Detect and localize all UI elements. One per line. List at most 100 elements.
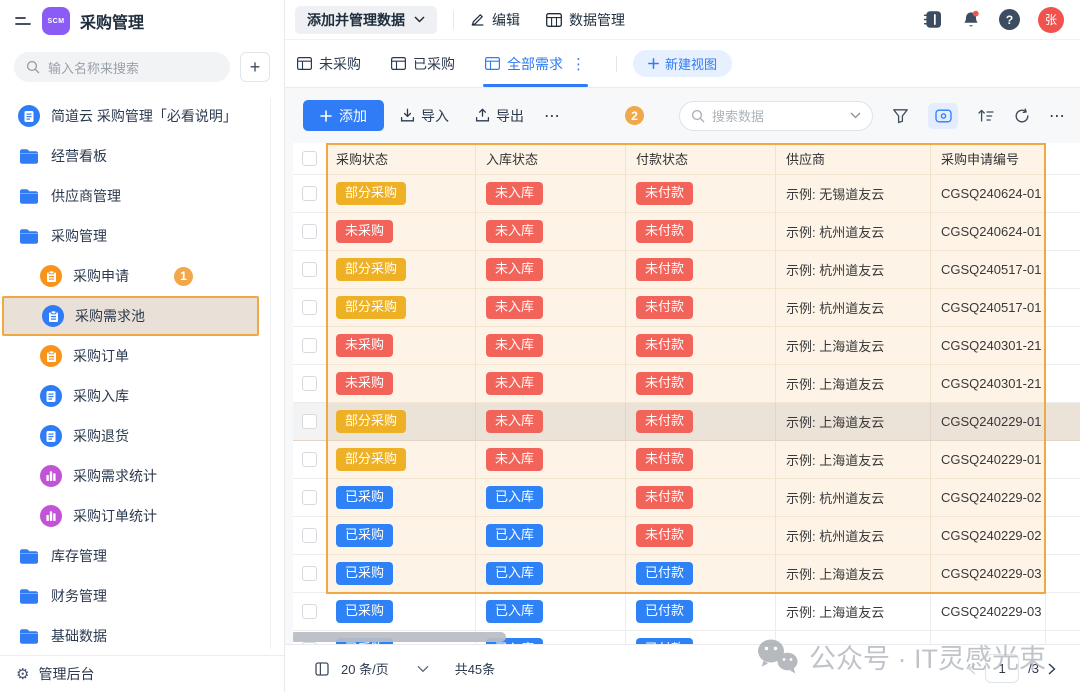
sort-settings-icon[interactable]	[977, 108, 995, 123]
sidebar-item[interactable]: 库存管理	[0, 536, 284, 576]
table-row[interactable]: 未采购未入库未付款示例: 上海道友云CGSQ240301-21	[293, 327, 1080, 365]
add-record-button[interactable]: 添加	[303, 100, 384, 131]
table-row[interactable]: 已采购已入库已付款示例: 上海道友云CGSQ240229-03	[293, 555, 1080, 593]
more-toolbar-icon[interactable]: ⋯	[1049, 106, 1066, 126]
table-row[interactable]: 部分采购未入库未付款示例: 杭州道友云CGSQ240517-01	[293, 289, 1080, 327]
table-row[interactable]: 部分采购未入库未付款示例: 上海道友云CGSQ240229-01	[293, 441, 1080, 479]
table-row[interactable]: 已采购已入库未付款示例: 杭州道友云CGSQ240229-02	[293, 517, 1080, 555]
row-checkbox[interactable]	[302, 300, 317, 315]
column-header[interactable]: 供应商	[776, 143, 931, 175]
supplier-cell: 示例: 杭州道友云	[776, 479, 931, 517]
status-badge: 未付款	[636, 258, 693, 280]
status-badge: 未付款	[636, 486, 693, 508]
sidebar-item[interactable]: 采购订单	[0, 336, 284, 376]
data-manage-button[interactable]: 数据管理	[546, 10, 625, 30]
tab-not-purchased[interactable]: 未采购	[297, 40, 361, 87]
sidebar-item[interactable]: 简道云 采购管理「必看说明」	[0, 96, 284, 136]
chevron-down-icon[interactable]	[417, 665, 429, 673]
edit-button[interactable]: 编辑	[470, 10, 520, 30]
column-header[interactable]: 入库状态	[476, 143, 626, 175]
filter-icon[interactable]	[892, 108, 909, 124]
status-cell: 未付款	[626, 365, 776, 403]
row-checkbox[interactable]	[302, 528, 317, 543]
table-row[interactable]: 部分采购未入库未付款示例: 杭州道友云CGSQ240517-01	[293, 251, 1080, 289]
request-no-cell: CGSQ240229-02	[931, 479, 1046, 517]
new-view-button[interactable]: 新建视图	[633, 50, 732, 77]
sidebar-item[interactable]: 采购入库	[0, 376, 284, 416]
request-no-cell	[931, 631, 1046, 644]
sidebar-item[interactable]: 基础数据	[0, 616, 284, 655]
sidebar-item-label: 采购申请	[73, 266, 129, 286]
page-layout-icon[interactable]	[315, 662, 329, 676]
row-checkbox[interactable]	[302, 452, 317, 467]
export-button[interactable]: 导出	[475, 106, 524, 126]
search-data-input[interactable]: 搜索数据	[679, 101, 873, 131]
row-checkbox[interactable]	[302, 186, 317, 201]
kebab-icon[interactable]: ⋮	[571, 55, 586, 73]
search-icon	[691, 109, 705, 123]
status-cell: 未付款	[626, 479, 776, 517]
sidebar-add-button[interactable]: +	[240, 52, 270, 82]
add-manage-data-button[interactable]: 添加并管理数据	[295, 6, 437, 34]
supplier-cell: 示例: 上海道友云	[776, 365, 931, 403]
notification-bell-icon[interactable]	[961, 10, 981, 30]
row-checkbox-cell	[293, 289, 326, 327]
table-row[interactable]: 未采购未入库未付款示例: 杭州道友云CGSQ240624-01	[293, 213, 1080, 251]
sidebar-item[interactable]: 采购退货	[0, 416, 284, 456]
help-icon[interactable]: ?	[999, 9, 1020, 30]
clipboard-icon	[40, 345, 62, 367]
next-page-icon[interactable]	[1048, 663, 1056, 675]
row-checkbox[interactable]	[302, 490, 317, 505]
admin-console-button[interactable]: ⚙ 管理后台	[0, 655, 284, 692]
horizontal-scrollbar[interactable]	[293, 632, 506, 642]
spacer-cell	[1046, 327, 1080, 365]
column-header[interactable]: 付款状态	[626, 143, 776, 175]
sidebar-item[interactable]: 采购需求池	[2, 296, 259, 336]
row-checkbox[interactable]	[302, 338, 317, 353]
supplier-cell: 示例: 杭州道友云	[776, 289, 931, 327]
page-number-input[interactable]: 1	[985, 654, 1019, 683]
collapse-sidebar-icon[interactable]	[14, 14, 32, 28]
table-row[interactable]: 已采购已入库未付款示例: 杭州道友云CGSQ240229-02	[293, 479, 1080, 517]
sidebar-item[interactable]: 供应商管理	[0, 176, 284, 216]
status-badge: 已入库	[486, 486, 543, 508]
row-checkbox[interactable]	[302, 414, 317, 429]
status-badge: 未采购	[336, 334, 393, 356]
sidebar: SCM 采购管理 输入名称来搜索 + 简道云 采购管理「必看说明」经营看板供应商…	[0, 0, 285, 692]
refresh-icon[interactable]	[1014, 108, 1030, 124]
row-checkbox[interactable]	[302, 566, 317, 581]
column-header[interactable]: 采购申请编号	[931, 143, 1046, 175]
sidebar-item[interactable]: 采购订单统计	[0, 496, 284, 536]
page-size-select[interactable]: 20 条/页	[341, 659, 389, 678]
status-cell: 已采购	[326, 593, 476, 631]
import-button[interactable]: 导入	[400, 106, 449, 126]
supplier-cell: 示例: 杭州道友云	[776, 517, 931, 555]
table-row[interactable]: 部分采购未入库未付款示例: 无锡道友云CGSQ240624-01	[293, 175, 1080, 213]
sidebar-item[interactable]: 采购需求统计	[0, 456, 284, 496]
select-all-checkbox[interactable]	[302, 151, 317, 166]
prev-page-icon[interactable]	[968, 663, 976, 675]
row-checkbox[interactable]	[302, 262, 317, 277]
sidebar-item[interactable]: 采购申请1	[0, 256, 284, 296]
sidebar-item[interactable]: 经营看板	[0, 136, 284, 176]
status-cell: 部分采购	[326, 289, 476, 327]
tab-all-demands[interactable]: 全部需求 ⋮	[485, 40, 586, 87]
display-fields-button[interactable]	[928, 103, 958, 129]
tab-purchased[interactable]: 已采购	[391, 40, 455, 87]
status-badge: 未入库	[486, 182, 543, 204]
table-row[interactable]: 未采购未入库未付款示例: 上海道友云CGSQ240301-21	[293, 365, 1080, 403]
sidebar-search-input[interactable]: 输入名称来搜索	[14, 52, 230, 82]
more-actions-icon[interactable]: ⋯	[544, 106, 561, 126]
sidebar-item[interactable]: 财务管理	[0, 576, 284, 616]
table-row[interactable]: 部分采购未入库未付款示例: 上海道友云CGSQ240229-01	[293, 403, 1080, 441]
sidebar-item[interactable]: 采购管理	[0, 216, 284, 256]
header-actions: ? 张	[923, 7, 1070, 33]
column-header[interactable]: 采购状态	[326, 143, 476, 175]
row-checkbox[interactable]	[302, 604, 317, 619]
user-avatar[interactable]: 张	[1038, 7, 1064, 33]
table-row[interactable]: 已采购已入库已付款示例: 上海道友云CGSQ240229-03	[293, 593, 1080, 631]
contacts-icon[interactable]	[923, 10, 943, 29]
row-checkbox[interactable]	[302, 224, 317, 239]
row-checkbox[interactable]	[302, 376, 317, 391]
chevron-down-icon[interactable]	[850, 112, 861, 119]
